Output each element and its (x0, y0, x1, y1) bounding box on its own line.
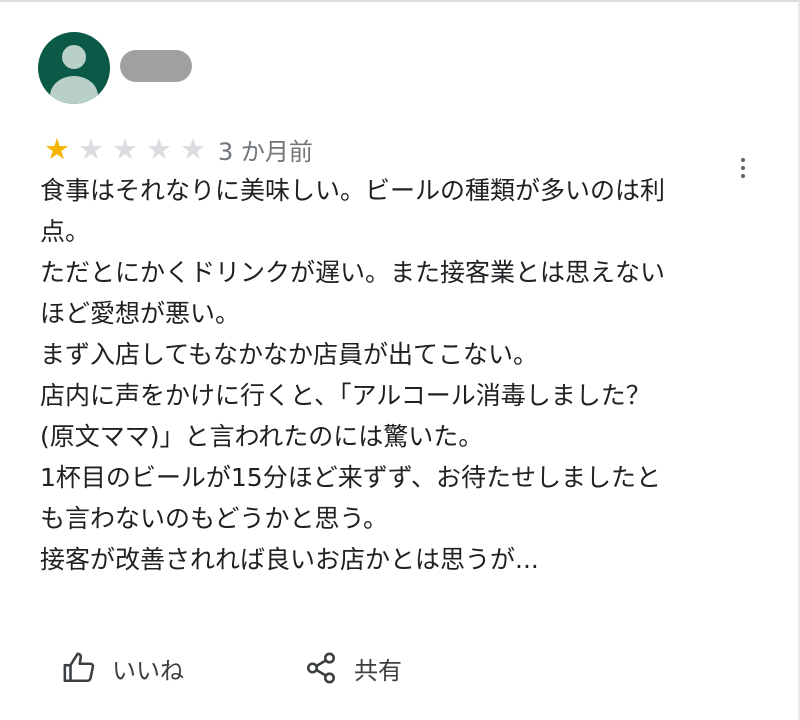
star-3-icon: ★ (112, 132, 138, 166)
rating-row: ★ ★ ★ ★ ★ 3 か月前 (40, 132, 313, 166)
avatar-body-icon (50, 76, 98, 104)
reviewer-avatar[interactable] (38, 32, 110, 104)
review-line: 接客が改善されれば良いお店かとは思うが... (40, 545, 539, 574)
review-line: まず入店してもなかなか店員が出てこない。 (40, 340, 539, 369)
review-line: 点。 (40, 217, 91, 246)
review-line: ほど愛想が悪い。 (40, 299, 241, 328)
share-label: 共有 (354, 656, 402, 685)
review-line: 食事はそれなりに美味しい。ビールの種類が多いのは利 (40, 176, 666, 205)
review-line: も言わないのもどうかと思う。 (40, 504, 389, 533)
reviewer-name-redacted[interactable] (120, 50, 192, 82)
more-dot (741, 158, 745, 162)
share-button[interactable]: 共有 (304, 646, 402, 690)
star-1-icon: ★ (44, 132, 70, 166)
review-text: 食事はそれなりに美味しい。ビールの種類が多いのは利 点。 ただとにかくドリンクが… (40, 170, 756, 580)
review-line: 1杯目のビールが15分ほど来ずず、お待たせしましたと (40, 463, 661, 492)
like-button[interactable]: いいね (62, 646, 184, 690)
review-card: ★ ★ ★ ★ ★ 3 か月前 食事はそれなりに美味しい。ビールの種類が多いのは… (0, 0, 800, 720)
star-2-icon: ★ (78, 132, 104, 166)
star-4-icon: ★ (146, 132, 172, 166)
thumb-up-icon (63, 652, 95, 683)
review-line: (原文ママ)」と言われたのには驚いた。 (40, 422, 484, 451)
like-label: いいね (112, 656, 184, 685)
review-line: 店内に声をかけに行くと、「アルコール消毒しました？ (40, 381, 651, 410)
review-date: 3 か月前 (218, 137, 313, 166)
avatar-head-icon (62, 45, 86, 69)
review-line: ただとにかくドリンクが遅い。また接客業とは思えない (40, 258, 666, 287)
star-5-icon: ★ (180, 132, 206, 166)
share-icon (306, 652, 336, 684)
